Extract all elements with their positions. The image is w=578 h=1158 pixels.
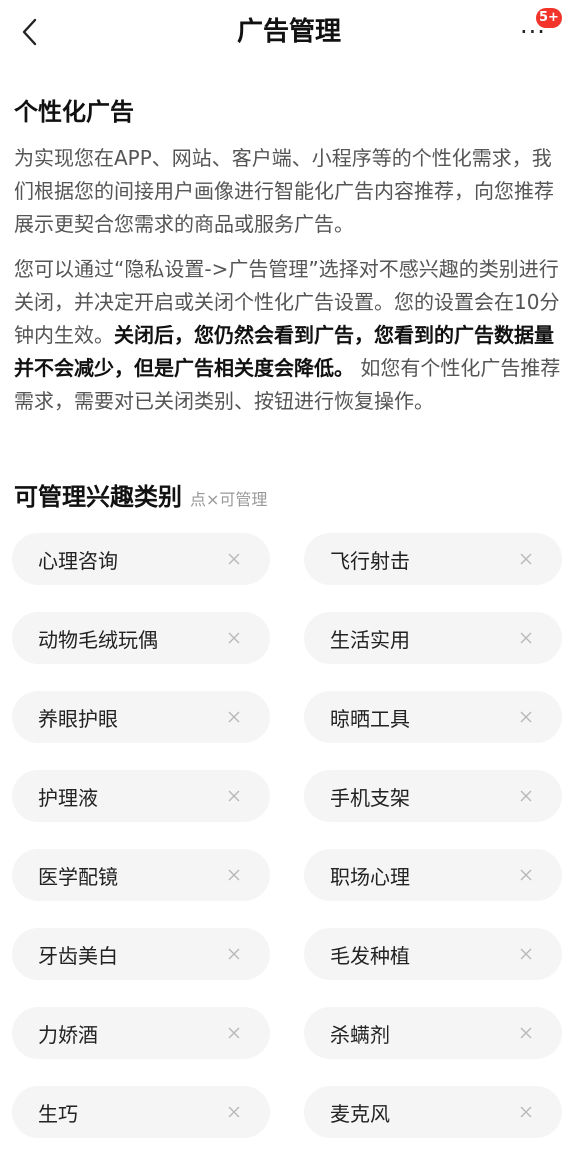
interest-tag[interactable]: 生巧 bbox=[12, 1086, 270, 1138]
close-icon[interactable] bbox=[222, 784, 246, 808]
close-icon[interactable] bbox=[222, 705, 246, 729]
close-icon[interactable] bbox=[514, 626, 538, 650]
interest-categories-hint: 点×可管理 bbox=[190, 490, 268, 509]
interest-tag[interactable]: 养眼护眼 bbox=[12, 691, 270, 743]
tag-label: 动物毛绒玩偶 bbox=[38, 627, 158, 652]
close-icon[interactable] bbox=[222, 626, 246, 650]
personalized-ads-description: 为实现您在APP、网站、客户端、小程序等的个性化需求，我们根据您的间接用户画像进… bbox=[14, 146, 554, 236]
navigation-bar: 广告管理 ··· 5+ bbox=[0, 0, 578, 64]
interest-tag[interactable]: 生活实用 bbox=[304, 612, 562, 664]
interest-tag-list: 心理咨询 飞行射击 动物毛绒玩偶 生活实用 养眼护眼 晾晒工具 护理液 手机支架… bbox=[12, 533, 562, 1138]
personalized-ads-title: 个性化广告 bbox=[14, 98, 134, 126]
interest-tag[interactable]: 牙齿美白 bbox=[12, 928, 270, 980]
tag-label: 毛发种植 bbox=[330, 943, 410, 968]
close-icon[interactable] bbox=[222, 942, 246, 966]
close-icon[interactable] bbox=[514, 1021, 538, 1045]
tag-label: 麦克风 bbox=[330, 1101, 390, 1126]
interest-tag[interactable]: 职场心理 bbox=[304, 849, 562, 901]
close-icon[interactable] bbox=[514, 547, 538, 571]
page-title: 广告管理 bbox=[236, 17, 341, 47]
tag-label: 心理咨询 bbox=[38, 548, 118, 573]
close-icon[interactable] bbox=[514, 863, 538, 887]
interest-tag[interactable]: 动物毛绒玩偶 bbox=[12, 612, 270, 664]
interest-tag[interactable]: 飞行射击 bbox=[304, 533, 562, 585]
close-icon[interactable] bbox=[222, 1021, 246, 1045]
tag-label: 晾晒工具 bbox=[330, 706, 410, 731]
tag-label: 牙齿美白 bbox=[38, 943, 118, 968]
close-icon[interactable] bbox=[514, 942, 538, 966]
interest-tag[interactable]: 晾晒工具 bbox=[304, 691, 562, 743]
tag-label: 生巧 bbox=[38, 1101, 78, 1126]
interest-tag[interactable]: 心理咨询 bbox=[12, 533, 270, 585]
interest-tag[interactable]: 杀螨剂 bbox=[304, 1007, 562, 1059]
interest-tag[interactable]: 力娇酒 bbox=[12, 1007, 270, 1059]
ad-settings-explanation: 您可以通过“隐私设置->广告管理”选择对不感兴趣的类别进行关闭，并决定开启或关闭… bbox=[14, 253, 566, 418]
interest-categories-header: 可管理兴趣类别 点×可管理 bbox=[14, 477, 267, 512]
interest-tag[interactable]: 毛发种植 bbox=[304, 928, 562, 980]
more-button[interactable]: ··· 5+ bbox=[516, 8, 564, 54]
interest-tag[interactable]: 护理液 bbox=[12, 770, 270, 822]
close-icon[interactable] bbox=[514, 784, 538, 808]
close-icon[interactable] bbox=[222, 547, 246, 571]
tag-label: 养眼护眼 bbox=[38, 706, 118, 731]
tag-label: 生活实用 bbox=[330, 627, 410, 652]
tag-label: 护理液 bbox=[38, 785, 98, 810]
tag-label: 飞行射击 bbox=[330, 548, 410, 573]
notification-badge: 5+ bbox=[536, 8, 562, 28]
tag-label: 医学配镜 bbox=[38, 864, 118, 889]
interest-tag[interactable]: 麦克风 bbox=[304, 1086, 562, 1138]
interest-tag[interactable]: 手机支架 bbox=[304, 770, 562, 822]
close-icon[interactable] bbox=[222, 1100, 246, 1124]
tag-label: 手机支架 bbox=[330, 785, 410, 810]
close-icon[interactable] bbox=[514, 1100, 538, 1124]
interest-tag[interactable]: 医学配镜 bbox=[12, 849, 270, 901]
close-icon[interactable] bbox=[514, 705, 538, 729]
interest-categories-title: 可管理兴趣类别 bbox=[14, 483, 182, 511]
tag-label: 杀螨剂 bbox=[330, 1022, 390, 1047]
tag-label: 力娇酒 bbox=[38, 1022, 98, 1047]
tag-label: 职场心理 bbox=[330, 864, 410, 889]
close-icon[interactable] bbox=[222, 863, 246, 887]
